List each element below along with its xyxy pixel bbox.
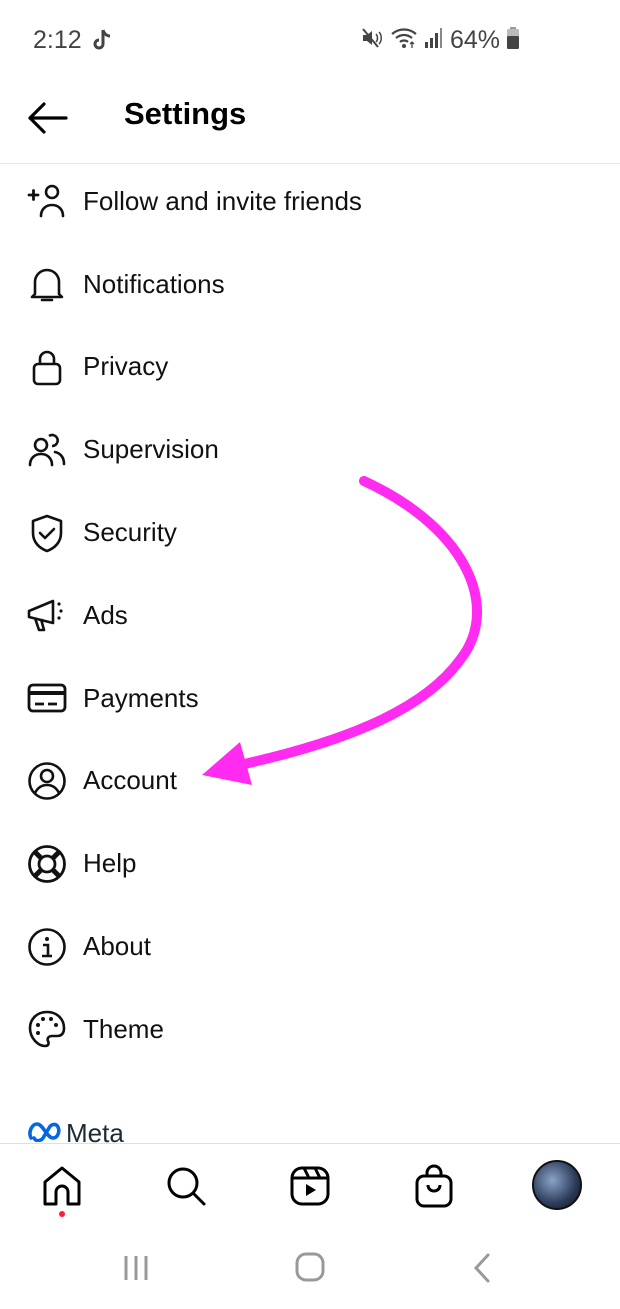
menu-item-privacy[interactable]: Privacy (0, 326, 620, 409)
bottom-nav (0, 1143, 620, 1234)
menu-item-notifications[interactable]: Notifications (0, 243, 620, 326)
shop-icon (415, 1164, 453, 1208)
reels-icon (290, 1166, 330, 1206)
menu-item-follow-invite[interactable]: Follow and invite friends (0, 160, 620, 243)
shield-check-icon (26, 512, 68, 554)
page-title: Settings (124, 96, 247, 131)
search-icon (167, 1167, 206, 1206)
nav-profile-avatar[interactable] (532, 1160, 582, 1210)
menu-item-label: Help (83, 848, 137, 879)
menu-item-supervision[interactable]: Supervision (0, 408, 620, 491)
info-icon (26, 926, 68, 968)
home-button[interactable] (294, 1251, 326, 1288)
menu-item-theme[interactable]: Theme (0, 988, 620, 1071)
home-icon (43, 1166, 81, 1206)
status-bar: 2:12 64% (0, 0, 620, 80)
user-circle-icon (26, 760, 68, 802)
menu-item-ads[interactable]: Ads (0, 574, 620, 657)
nav-shop[interactable] (410, 1162, 458, 1210)
menu-item-label: Payments (83, 682, 199, 713)
back-button[interactable] (26, 100, 70, 136)
palette-icon (26, 1008, 68, 1050)
system-back-button[interactable] (470, 1251, 494, 1290)
menu-item-label: Security (83, 517, 177, 548)
signal-icon (424, 27, 444, 54)
battery-percent: 64% (450, 26, 501, 54)
nav-home[interactable] (38, 1162, 86, 1210)
settings-list: Follow and invite friends Notifications … (0, 160, 620, 1071)
tiktok-icon (92, 28, 114, 59)
notification-dot (59, 1211, 65, 1217)
menu-item-label: Account (83, 765, 177, 796)
home-square-icon (295, 1252, 325, 1282)
chevron-left-icon (473, 1253, 490, 1283)
mute-icon (360, 26, 384, 55)
recent-apps-icon (124, 1256, 148, 1280)
menu-item-payments[interactable]: Payments (0, 657, 620, 740)
bell-icon (26, 263, 68, 305)
recent-apps-button[interactable] (122, 1253, 150, 1288)
menu-item-label: About (83, 931, 151, 962)
status-icons: 64% (360, 26, 520, 55)
people-icon (26, 429, 68, 471)
add-person-icon (26, 180, 68, 222)
system-nav-bar (0, 1233, 620, 1309)
nav-search[interactable] (162, 1162, 210, 1210)
card-icon (26, 677, 68, 719)
menu-item-label: Supervision (83, 434, 219, 465)
menu-item-account[interactable]: Account (0, 740, 620, 823)
menu-item-about[interactable]: About (0, 905, 620, 988)
menu-item-label: Theme (83, 1013, 164, 1044)
status-time: 2:12 (33, 26, 82, 54)
app-header: Settings (0, 80, 620, 164)
lock-icon (26, 346, 68, 388)
nav-reels[interactable] (286, 1162, 334, 1210)
arrow-left-icon (28, 102, 68, 134)
menu-item-label: Notifications (83, 268, 225, 299)
lifebuoy-icon (26, 843, 68, 885)
menu-item-security[interactable]: Security (0, 491, 620, 574)
megaphone-icon (26, 594, 68, 636)
menu-item-label: Privacy (83, 351, 169, 382)
battery-icon (506, 26, 520, 55)
menu-item-help[interactable]: Help (0, 822, 620, 905)
wifi-icon (390, 26, 418, 55)
menu-item-label: Ads (83, 599, 128, 630)
menu-item-label: Follow and invite friends (83, 185, 362, 216)
